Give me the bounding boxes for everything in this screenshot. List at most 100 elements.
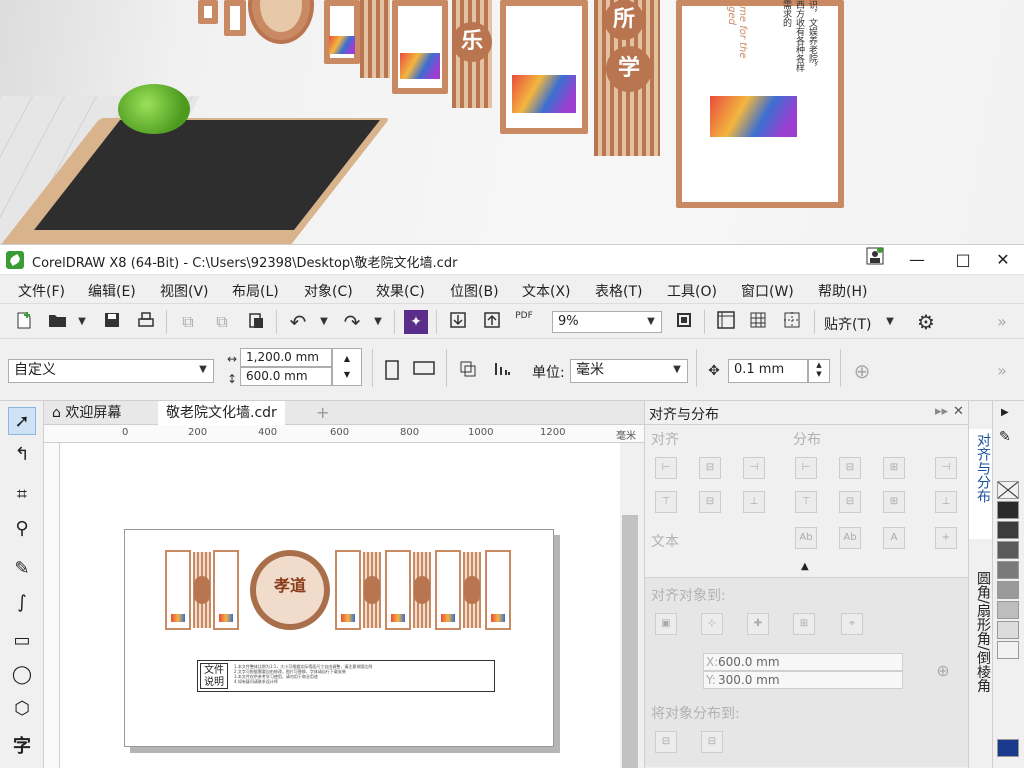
color-swatch[interactable] [997,601,1019,619]
align-to-page-center-icon[interactable]: ✚ [747,613,769,635]
design-slat[interactable] [413,552,431,628]
copy-icon[interactable]: ⧉ [210,310,234,334]
design-notes-box[interactable]: 文件说明 1.本文件整体比例为1:1，大小可根据实际墙面尺寸自由调整，请注意排版… [197,660,495,692]
docker-collapse-icon[interactable]: ▸▸ [935,404,948,419]
eyedropper-icon[interactable]: ✎ [999,429,1011,445]
color-swatch[interactable] [997,581,1019,599]
artistic-media-tool-icon[interactable]: ∫ [8,589,36,617]
pick-tool-icon[interactable]: ➚ [8,407,36,435]
distribute-right-icon[interactable]: ⊣ [935,457,957,479]
distribute-to-page-icon[interactable]: ⊟ [701,731,723,753]
menu-view[interactable]: 视图(V) [160,281,209,301]
distribute-to-selection-icon[interactable]: ⊟ [655,731,677,753]
redo-dropdown-icon[interactable]: ▼ [366,310,390,334]
design-medallion[interactable]: 孝道 [250,550,330,630]
drawing-canvas[interactable]: 孝道 文件说明 1.本文件整体比例为1:1，大小可根据实际墙面尺寸自由调整，请注… [60,443,644,768]
freehand-tool-icon[interactable]: ✎ [8,555,36,583]
menu-layout[interactable]: 布局(L) [232,281,279,301]
menu-text[interactable]: 文本(X) [522,281,571,301]
text-first-line-baseline-icon[interactable]: Ab [795,527,817,549]
color-swatch[interactable] [997,739,1019,757]
minimize-button[interactable]: — [900,247,934,273]
undo-icon[interactable]: ↶ [286,310,310,334]
align-to-active-object-icon[interactable]: ▣ [655,613,677,635]
scrollbar-thumb[interactable] [622,515,638,768]
all-pages-icon[interactable] [456,359,480,383]
menu-edit[interactable]: 编辑(E) [88,281,136,301]
close-button[interactable]: ✕ [986,247,1020,273]
design-panel[interactable] [385,550,411,630]
color-swatch[interactable] [997,561,1019,579]
add-page-icon[interactable]: ⊕ [850,359,874,383]
distribute-bottom-icon[interactable]: ⊥ [935,491,957,513]
expand-section-icon[interactable]: ▲ [801,561,809,572]
text-bounding-box-icon[interactable]: A [883,527,905,549]
current-page-icon[interactable] [490,359,514,383]
new-tab-plus-icon[interactable]: + [308,401,337,425]
align-center-vertical-icon[interactable]: ⊟ [699,491,721,513]
color-swatch[interactable] [997,641,1019,659]
portrait-orientation-icon[interactable] [380,359,404,383]
redo-icon[interactable]: ↷ [340,310,364,334]
vertical-scrollbar[interactable] [620,443,644,768]
user-account-icon[interactable] [858,247,892,273]
publish-pdf-icon[interactable]: PDF [512,310,536,334]
design-panel[interactable] [213,550,239,630]
distribute-top-icon[interactable]: ⊤ [795,491,817,513]
tab-align-distribute[interactable]: 对齐与分布 [969,429,993,539]
menu-effects[interactable]: 效果(C) [376,281,425,301]
zoom-level-field[interactable]: 9% ▼ [552,311,662,333]
design-panel[interactable] [435,550,461,630]
docker-close-icon[interactable]: ✕ [953,404,964,419]
chevron-down-icon[interactable]: ▼ [195,362,211,378]
distribute-middle-icon[interactable]: ⊟ [839,491,861,513]
menu-table[interactable]: 表格(T) [595,281,642,301]
snap-to-menu[interactable]: 贴齐(T) [824,314,871,334]
save-icon[interactable] [100,310,124,334]
snap-dropdown-icon[interactable]: ▼ [878,310,902,334]
export-icon[interactable] [480,310,504,334]
menu-bitmaps[interactable]: 位图(B) [450,281,499,301]
options-gear-icon[interactable]: ⚙ [914,310,938,334]
open-dropdown-icon[interactable]: ▼ [70,310,94,334]
no-color-swatch[interactable] [997,481,1019,499]
design-slat[interactable] [463,552,481,628]
toolbar-overflow-icon[interactable]: » [990,310,1014,334]
paste-icon[interactable] [244,310,268,334]
full-screen-preview-icon[interactable] [672,310,696,334]
design-slat[interactable] [363,552,381,628]
horizontal-ruler[interactable]: 0 200 400 600 800 1000 1200 毫米 [44,425,644,443]
drawing-page[interactable]: 孝道 文件说明 1.本文件整体比例为1:1，大小可根据实际墙面尺寸自由调整，请注… [124,529,554,747]
distribute-left-icon[interactable]: ⊢ [795,457,817,479]
import-icon[interactable] [446,310,470,334]
menu-help[interactable]: 帮助(H) [818,281,867,301]
align-to-grid-icon[interactable]: ⊞ [793,613,815,635]
color-swatch[interactable] [997,541,1019,559]
page-size-preset[interactable]: 自定义 ▼ [8,359,214,383]
menu-window[interactable]: 窗口(W) [741,281,794,301]
page-height-field[interactable]: 600.0 mm [240,367,332,386]
tab-fillet-scallop-chamfer[interactable]: 圆角/扇形角/倒棱角 [969,567,993,747]
design-panel[interactable] [165,550,191,630]
rectangle-tool-icon[interactable]: ▭ [8,627,36,655]
align-x-field[interactable]: X: 600.0 mm [703,653,903,671]
color-swatch[interactable] [997,501,1019,519]
shape-tool-icon[interactable]: ↰ [8,441,36,469]
new-document-icon[interactable] [12,310,36,334]
text-last-line-baseline-icon[interactable]: Ab [839,527,861,549]
menu-file[interactable]: 文件(F) [18,281,65,301]
design-panel[interactable] [485,550,511,630]
tab-document[interactable]: 敬老院文化墙.cdr [158,401,285,425]
distribute-spacing-icon[interactable]: ⊞ [883,457,905,479]
tab-welcome-screen[interactable]: ⌂ 欢迎屏幕 [44,401,129,425]
show-guidelines-icon[interactable] [780,310,804,334]
design-slat[interactable] [193,552,211,628]
align-left-icon[interactable]: ⊢ [655,457,677,479]
nudge-spinner[interactable]: ▲ ▼ [808,359,830,383]
design-panel[interactable] [335,550,361,630]
palette-scroll-up-icon[interactable]: ▶ [1001,407,1009,418]
search-content-icon[interactable]: ✦ [404,310,428,334]
color-swatch[interactable] [997,521,1019,539]
ellipse-tool-icon[interactable]: ◯ [8,661,36,689]
cut-icon[interactable]: ⧉ [176,310,200,334]
